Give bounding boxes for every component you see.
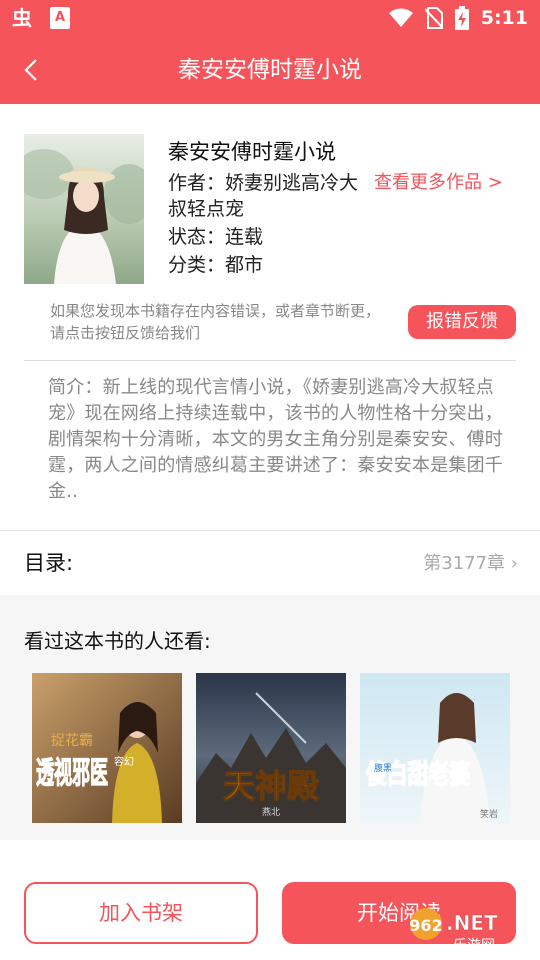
- book-title: 秦安安傅时霆小说: [168, 140, 336, 164]
- recommended-book-1[interactable]: 捉花霸 透视邪医 容幻: [32, 673, 182, 835]
- report-note: 如果您发现本书籍存在内容错误，或者章节断更，请点击按钮反馈给我们: [50, 302, 381, 342]
- app-store-notification-icon: A: [50, 7, 70, 29]
- battery-charging-icon: [454, 6, 469, 30]
- author-line: 作者：娇妻别逃高冷大叔轻点宠: [168, 172, 359, 220]
- book-intro: 简介：新上线的现代言情小说，《娇妻别逃高冷大叔轻点宠》现在网络上持续连载中，该书…: [48, 377, 503, 502]
- cover-title: 天神殿: [223, 767, 319, 805]
- cover-author: 燕北: [262, 806, 280, 818]
- wifi-icon: [388, 8, 413, 27]
- cover-subtitle: 捉花霸: [51, 733, 93, 749]
- start-reading-label: 开始阅读: [357, 901, 441, 925]
- status-bar: 虫 A 5:11: [0, 0, 540, 36]
- report-error-button[interactable]: 报错反馈: [408, 305, 516, 339]
- status-line: 状态：连载: [168, 226, 264, 248]
- cover-subtitle: 腹黑: [374, 762, 392, 774]
- clock: 5:11: [480, 7, 528, 29]
- toc-label: 目录:: [24, 551, 74, 575]
- book-cover: 傻白甜老婆 腹黑 笑岩: [360, 673, 510, 823]
- category-line: 分类：都市: [168, 254, 264, 276]
- add-to-shelf-button[interactable]: 加入书架: [24, 882, 258, 944]
- recommendation-section: 看过这本书的人还看: 捉花霸 透视邪医 容幻 天神殿 燕北 傻白甜老婆 腹黑 笑…: [0, 595, 540, 840]
- app-header: 秦安安傅时霆小说: [0, 36, 540, 104]
- cover-author: 容幻: [114, 755, 134, 768]
- more-works-link[interactable]: 查看更多作品 >: [374, 170, 503, 196]
- app-notification-icon: 虫: [12, 6, 32, 30]
- no-sim-icon: [424, 7, 443, 29]
- book-cover: 天神殿 燕北: [196, 673, 346, 823]
- book-cover: [24, 134, 144, 284]
- table-of-contents-row[interactable]: 目录: 第3177章 ›: [0, 531, 540, 595]
- latest-chapter-label: 第3177章: [423, 553, 506, 574]
- recommended-book-2[interactable]: 天神殿 燕北: [196, 673, 346, 835]
- start-reading-button[interactable]: 开始阅读: [282, 882, 516, 944]
- recommended-book-3[interactable]: 傻白甜老婆 腹黑 笑岩: [360, 673, 510, 835]
- page-title: 秦安安傅时霆小说: [178, 57, 362, 83]
- divider: [24, 360, 516, 361]
- book-cover: 捉花霸 透视邪医 容幻: [32, 673, 182, 823]
- cover-author: 笑岩: [480, 808, 498, 820]
- bottom-action-bar: 加入书架 开始阅读 962 .NET 乐游网: [0, 840, 540, 960]
- chevron-right-icon: ›: [510, 553, 518, 574]
- recommendation-heading: 看过这本书的人还看:: [24, 629, 211, 653]
- cover-title: 透视邪医: [36, 756, 108, 791]
- latest-chapter: 第3177章 ›: [423, 551, 518, 577]
